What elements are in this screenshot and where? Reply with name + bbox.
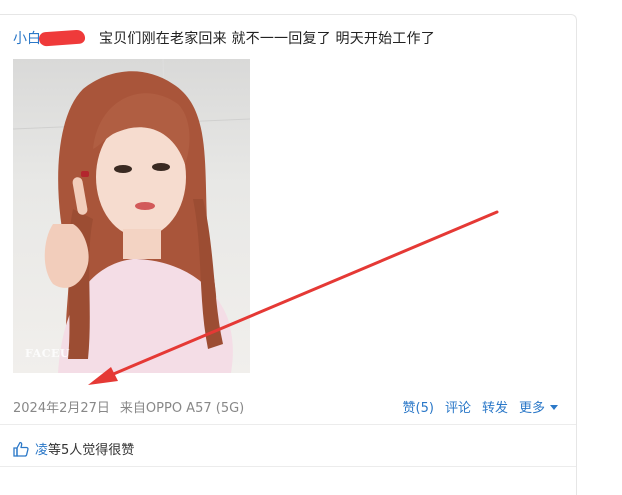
author-name[interactable]: 小白 [13, 31, 41, 47]
post-header: 小白 宝贝们刚在老家回来 就不一一回复了 明天开始工作了 [13, 29, 435, 48]
likes-summary: 凌 等5人觉得很赞 [13, 439, 134, 458]
comment-button[interactable]: 评论 [445, 397, 471, 416]
more-label: 更多 [518, 401, 545, 416]
post-photo[interactable]: FACEU [13, 59, 250, 373]
post-date[interactable]: 2024年2月27日 [13, 401, 110, 416]
post-meta: 2024年2月27日 来自OPPO A57 (5G) [13, 397, 244, 416]
post-source: 来自OPPO A57 (5G) [119, 401, 245, 416]
redaction-mark [38, 29, 86, 47]
photo-watermark: FACEU [25, 347, 70, 360]
post-actions: 赞(5) 评论 转发 更多 [403, 397, 558, 416]
more-button[interactable]: 更多 [519, 397, 558, 416]
likes-count[interactable]: 等5人觉得很赞 [48, 439, 134, 458]
chevron-down-icon [550, 405, 558, 410]
forward-button[interactable]: 转发 [482, 397, 508, 416]
divider [0, 466, 576, 467]
like-button[interactable]: 赞(5) [403, 397, 434, 416]
thumbs-up-icon [13, 441, 29, 457]
liker-name[interactable]: 凌 [35, 439, 48, 458]
divider [0, 424, 576, 425]
post-text: 宝贝们刚在老家回来 就不一一回复了 明天开始工作了 [99, 31, 435, 47]
photo-illustration [13, 59, 250, 373]
